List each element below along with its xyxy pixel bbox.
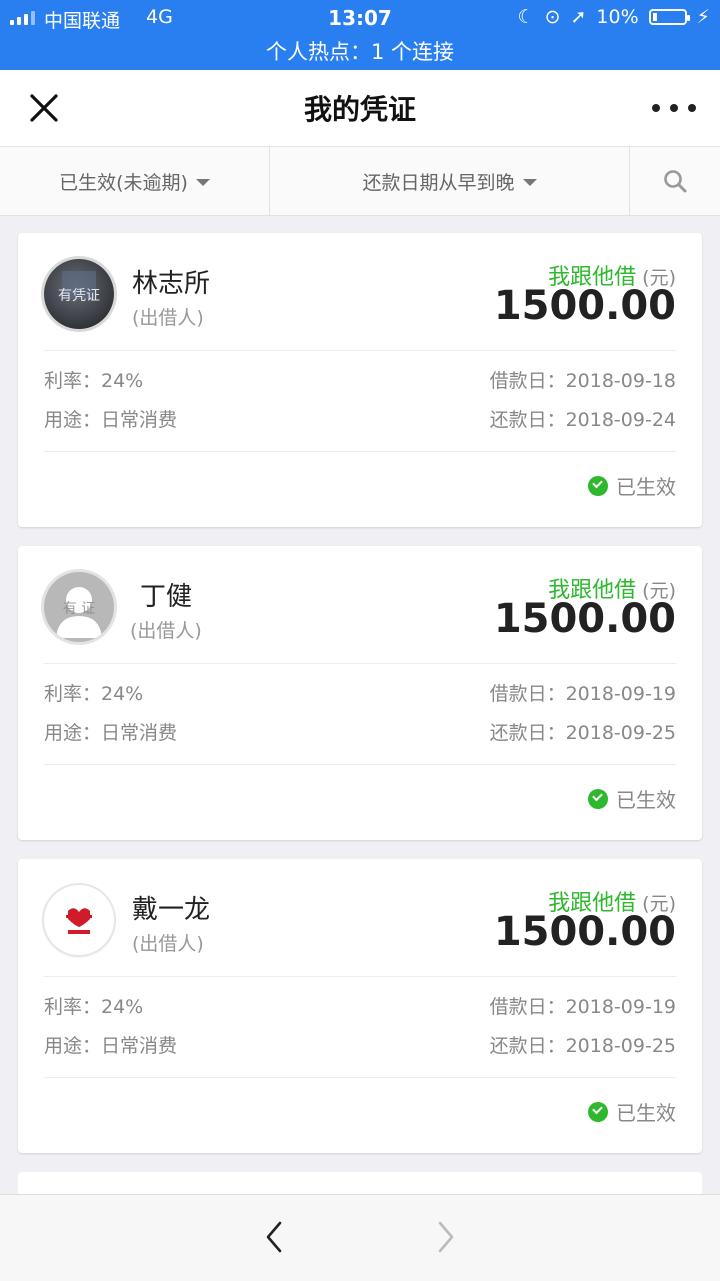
navigation-bar: 我的凭证 bbox=[0, 70, 720, 147]
chevron-right-icon bbox=[438, 1221, 454, 1253]
repay-date: 还款日：2018-09-25 bbox=[489, 1035, 676, 1057]
avatar bbox=[44, 885, 114, 955]
interest-rate: 利率：24% bbox=[44, 683, 144, 705]
divider bbox=[44, 451, 676, 452]
search-icon bbox=[664, 170, 687, 193]
voucher-card[interactable]: 有 证 丁健 (出借人) 我跟他借 (元) 1500.00 利率：24% 借款日：… bbox=[18, 546, 702, 840]
chevron-down-icon bbox=[195, 179, 210, 186]
repay-date: 还款日：2018-09-24 bbox=[489, 409, 676, 431]
loan-amount: 1500.00 bbox=[493, 909, 676, 955]
lender-role: (出借人) bbox=[132, 933, 204, 955]
battery-icon bbox=[648, 9, 690, 25]
lender-name: 丁健 bbox=[140, 582, 193, 612]
borrow-date: 借款日：2018-09-18 bbox=[489, 370, 676, 392]
avatar-overlay-label: 有凭证 bbox=[58, 288, 100, 304]
filter-bar: 已生效(未逾期) 还款日期从早到晚 bbox=[0, 147, 720, 216]
interest-rate: 利率：24% bbox=[44, 996, 144, 1018]
status-bar: 中国联通 4G 13:07 ☾ ⊙ ➚ 10% ⚡ 个人热点：1 个连接 bbox=[0, 0, 720, 70]
loan-purpose: 用途：日常消费 bbox=[44, 409, 178, 431]
avatar-overlay-label: 有 证 bbox=[62, 601, 96, 617]
check-circle-icon bbox=[588, 475, 608, 496]
battery-percent: 10% bbox=[596, 6, 639, 28]
sort-dropdown[interactable]: 还款日期从早到晚 bbox=[270, 147, 630, 215]
status-badge: 已生效 bbox=[588, 1097, 676, 1126]
voucher-card[interactable]: 戴一龙 (出借人) 我跟他借 (元) 1500.00 利率：24% 借款日：201… bbox=[18, 859, 702, 1153]
check-circle-icon bbox=[588, 788, 608, 809]
lender-name: 林志所 bbox=[132, 269, 211, 299]
hotspot-banner[interactable]: 个人热点：1 个连接 bbox=[0, 36, 720, 66]
status-label: 已生效 bbox=[616, 475, 676, 499]
check-circle-icon bbox=[588, 1101, 608, 1122]
divider bbox=[44, 663, 676, 664]
moon-icon: ☾ bbox=[517, 6, 535, 28]
interest-rate: 利率：24% bbox=[44, 370, 144, 392]
bottom-toolbar bbox=[0, 1194, 720, 1281]
voucher-card[interactable]: 有凭证 林志所 (出借人) 我跟他借 (元) 1500.00 利率：24% 借款日… bbox=[18, 233, 702, 527]
loan-purpose: 用途：日常消费 bbox=[44, 722, 178, 744]
sort-label: 还款日期从早到晚 bbox=[362, 171, 515, 194]
chevron-down-icon bbox=[522, 179, 537, 186]
charging-icon: ⚡ bbox=[696, 6, 710, 28]
more-icon[interactable] bbox=[652, 94, 696, 122]
divider bbox=[44, 764, 676, 765]
loan-purpose: 用途：日常消费 bbox=[44, 1035, 178, 1057]
lender-name: 戴一龙 bbox=[132, 895, 211, 925]
borrow-date: 借款日：2018-09-19 bbox=[489, 683, 676, 705]
rotation-lock-icon: ⊙ bbox=[544, 6, 561, 28]
chevron-left-icon bbox=[266, 1221, 282, 1253]
loan-amount: 1500.00 bbox=[493, 283, 676, 329]
avatar: 有凭证 bbox=[44, 259, 114, 329]
lender-role: (出借人) bbox=[132, 307, 204, 329]
status-filter-label: 已生效(未逾期) bbox=[59, 171, 188, 194]
status-badge: 已生效 bbox=[588, 784, 676, 813]
borrow-date: 借款日：2018-09-19 bbox=[489, 996, 676, 1018]
divider bbox=[44, 350, 676, 351]
status-filter-dropdown[interactable]: 已生效(未逾期) bbox=[0, 147, 270, 215]
page-title: 我的凭证 bbox=[303, 93, 416, 126]
back-button[interactable] bbox=[252, 1215, 296, 1259]
divider bbox=[44, 1077, 676, 1078]
lender-role: (出借人) bbox=[130, 620, 202, 642]
divider bbox=[44, 976, 676, 977]
loan-amount: 1500.00 bbox=[493, 596, 676, 642]
status-label: 已生效 bbox=[616, 788, 676, 812]
company-logo-icon bbox=[66, 908, 92, 934]
search-button[interactable] bbox=[630, 147, 720, 215]
repay-date: 还款日：2018-09-25 bbox=[489, 722, 676, 744]
status-label: 已生效 bbox=[616, 1101, 676, 1125]
avatar: 有 证 bbox=[44, 572, 114, 642]
location-icon: ➚ bbox=[570, 6, 587, 28]
forward-button[interactable] bbox=[424, 1215, 468, 1259]
status-badge: 已生效 bbox=[588, 471, 676, 500]
